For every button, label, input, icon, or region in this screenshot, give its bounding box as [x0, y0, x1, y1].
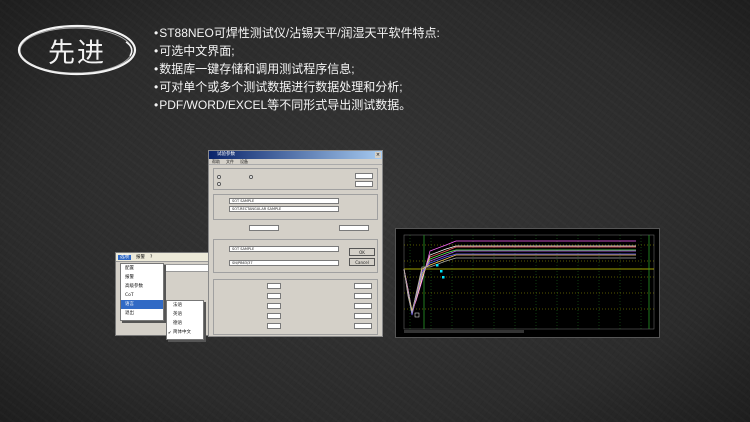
data-marker: [442, 276, 445, 279]
flux-solder-group: [213, 239, 378, 273]
wetting-series-line: [403, 253, 636, 316]
data-marker: [436, 264, 439, 267]
cancel-button[interactable]: Cancel: [349, 258, 375, 266]
field-threshold[interactable]: [355, 181, 373, 187]
param-field-1[interactable]: [267, 283, 281, 289]
solder-name-field[interactable]: SN/PB63/37: [229, 260, 339, 266]
radio-mode-2[interactable]: [249, 175, 253, 179]
lang-french[interactable]: 法语: [167, 301, 203, 310]
dialog-title: 试验参数: [217, 152, 235, 157]
menu-item-language[interactable]: 语言: [121, 300, 163, 309]
sample-shape-field[interactable]: SOT-RECTANGULAR SAMPLE: [229, 206, 339, 212]
plot-frame: [403, 234, 655, 330]
feature-item: ST88NEO可焊性测试仪/沾锡天平/润湿天平软件特点:: [154, 24, 714, 42]
field-depth[interactable]: [249, 225, 279, 231]
menu-item-alarm[interactable]: 报警: [121, 273, 163, 282]
param-field-7[interactable]: [354, 293, 372, 299]
menu-alarm[interactable]: 报警: [136, 255, 145, 260]
feature-item: 可选中文界面;: [154, 42, 714, 60]
field-speed[interactable]: [339, 225, 369, 231]
language-submenu: 法语 英语 德语 简体中文: [166, 300, 204, 340]
wetting-curve-svg: [403, 234, 655, 333]
param-field-6[interactable]: [354, 283, 372, 289]
lang-german[interactable]: 德语: [167, 319, 203, 328]
menu-options[interactable]: 选项: [118, 255, 131, 260]
radio-mode-1[interactable]: [217, 175, 221, 179]
feature-item: 数据库一键存储和调用测试程序信息;: [154, 60, 714, 78]
wetting-series-line: [403, 257, 636, 314]
dialog-menu-help[interactable]: 帮助: [212, 159, 220, 164]
slide-background: 先进 ST88NEO可焊性测试仪/沾锡天平/润湿天平软件特点: 可选中文界面; …: [0, 0, 750, 422]
test-parameter-dialog: 试验参数 × 帮助 文件 设备 SOT SAMPLE SOT-RECTANGULAR…: [208, 150, 383, 337]
param-field-5[interactable]: [267, 323, 281, 329]
feature-list: ST88NEO可焊性测试仪/沾锡天平/润湿天平软件特点: 可选中文界面; 数据库…: [154, 24, 714, 114]
badge-label: 先进: [48, 37, 106, 69]
feature-item: PDF/WORD/EXCEL等不同形式导出测试数据。: [154, 96, 714, 114]
ok-button[interactable]: OK: [349, 248, 375, 256]
dialog-menu: 帮助 文件 设备: [209, 159, 382, 165]
dialog-titlebar: 试验参数 ×: [209, 151, 382, 159]
wetting-curve-chart: [395, 228, 660, 338]
wetting-series-line: [403, 250, 636, 314]
field-sample-size[interactable]: [355, 173, 373, 179]
flux-name-field[interactable]: SOT SAMPLE: [229, 246, 339, 252]
menu-item-config[interactable]: 配置: [121, 264, 163, 273]
param-field-2[interactable]: [267, 293, 281, 299]
options-dropdown: 配置 报警 高级参数 CoT 语言 退出: [120, 263, 164, 321]
dialog-menu-file[interactable]: 文件: [226, 159, 234, 164]
param-field-8[interactable]: [354, 303, 372, 309]
test-mode-group: [213, 168, 378, 190]
title-badge: 先进: [14, 22, 140, 78]
lang-english[interactable]: 英语: [167, 310, 203, 319]
param-field-4[interactable]: [267, 313, 281, 319]
menu-help[interactable]: ?: [150, 255, 152, 260]
param-field-3[interactable]: [267, 303, 281, 309]
min-force-marker: [414, 312, 420, 318]
wetting-series-line: [403, 249, 636, 313]
readout-strip: [404, 330, 524, 333]
menu-item-cot[interactable]: CoT: [121, 291, 163, 300]
sample-name-field[interactable]: SOT SAMPLE: [229, 198, 339, 204]
param-field-10[interactable]: [354, 323, 372, 329]
data-marker: [440, 270, 443, 273]
lang-simplified-chinese[interactable]: 简体中文: [167, 328, 203, 337]
wetting-series-line: [403, 246, 636, 316]
close-icon[interactable]: ×: [375, 152, 381, 158]
menu-item-exit[interactable]: 退出: [121, 309, 163, 318]
dialog-menu-device[interactable]: 设备: [240, 159, 248, 164]
feature-item: 可对单个或多个测试数据进行数据处理和分析;: [154, 78, 714, 96]
param-field-9[interactable]: [354, 313, 372, 319]
radio-mode-3[interactable]: [217, 182, 221, 186]
toolbar-strip: [164, 264, 214, 272]
menubar: 选项 报警?: [116, 253, 214, 262]
language-menu-screenshot: 选项报警? 配置 报警 高级参数 CoT 语言 退出 法语 英语 德语 简体中文: [115, 252, 215, 340]
menu-item-advanced[interactable]: 高级参数: [121, 282, 163, 291]
